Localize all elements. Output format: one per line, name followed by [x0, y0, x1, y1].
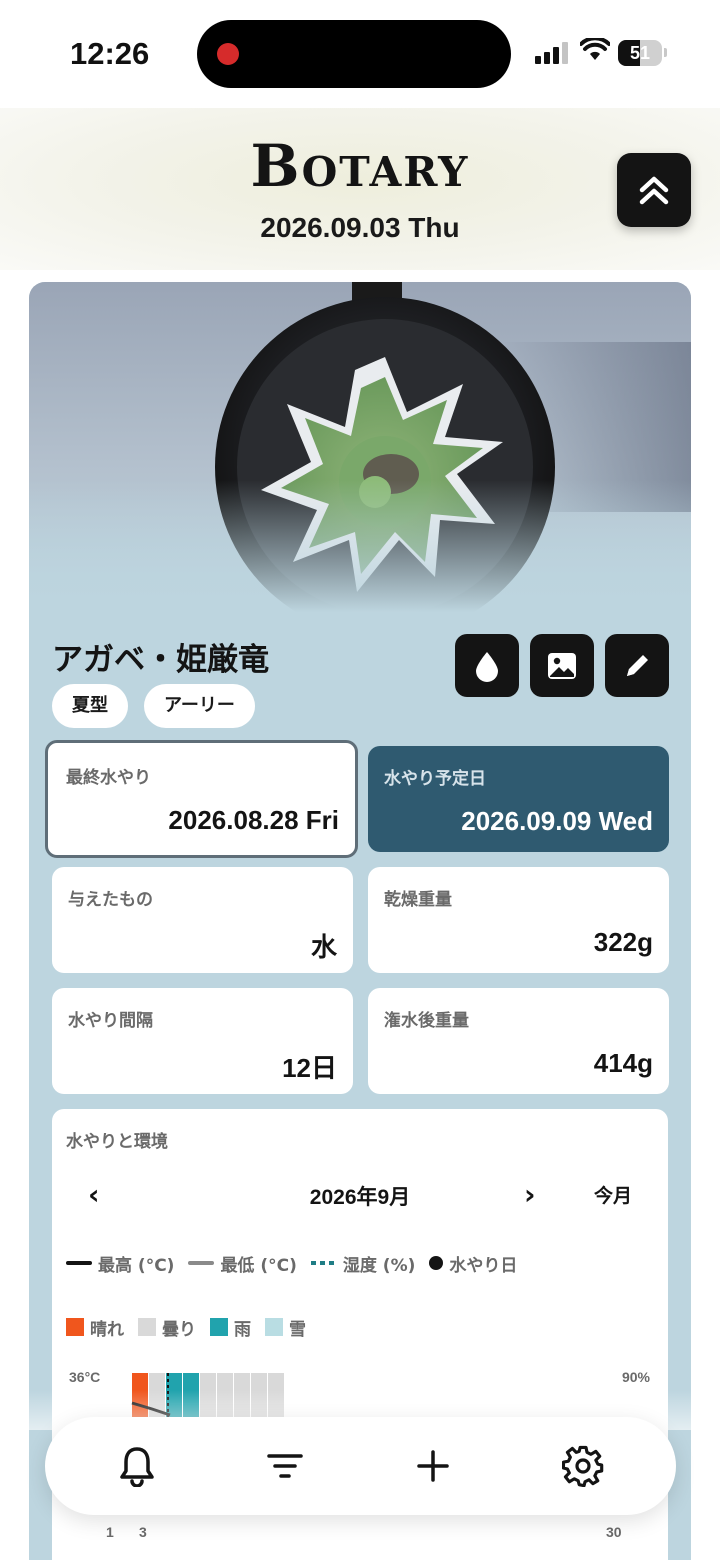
add-plant-button[interactable]	[408, 1441, 458, 1491]
status-time: 12:26	[70, 36, 150, 71]
current-date: 2026.09.03 Thu	[260, 212, 460, 243]
bottom-navigation	[45, 1417, 676, 1515]
next-watering-value: 2026.09.09 Wed	[461, 806, 653, 836]
interval-tile[interactable]: 水やり間隔 12日	[52, 988, 353, 1094]
settings-button[interactable]	[558, 1441, 608, 1491]
x-tick-day-1: 1	[106, 1524, 114, 1540]
photo-button[interactable]	[530, 634, 594, 697]
dry-weight-label: 乾燥重量	[384, 890, 452, 910]
legend-water-day: 水やり日	[429, 1251, 517, 1276]
legend-min-label: 最低 (°C)	[220, 1255, 297, 1276]
legend-cloudy: 曇り	[138, 1315, 196, 1340]
dry-weight-tile[interactable]: 乾燥重量 322g	[368, 867, 669, 973]
variety-tag: アーリー	[144, 684, 255, 728]
next-watering-tile[interactable]: 水やり予定日 2026.09.09 Wed	[368, 746, 669, 852]
max-temp-swatch	[66, 1261, 92, 1265]
next-watering-label: 水やり予定日	[384, 769, 486, 789]
this-month-button[interactable]: 今月	[594, 1181, 632, 1208]
notifications-button[interactable]	[112, 1441, 162, 1491]
water-drop-icon	[476, 651, 498, 682]
environment-title: 水やりと環境	[66, 1132, 168, 1152]
interval-value: 12日	[282, 1053, 337, 1083]
x-tick-day-30: 30	[606, 1524, 622, 1540]
cloudy-swatch	[138, 1318, 156, 1336]
legend-humidity: 湿度 (%)	[310, 1251, 416, 1276]
x-tick-day-3: 3	[139, 1524, 147, 1540]
gear-icon	[562, 1445, 604, 1487]
legend-cloudy-label: 曇り	[162, 1319, 196, 1340]
scroll-to-top-button[interactable]	[617, 153, 691, 227]
given-tile[interactable]: 与えたもの 水	[52, 867, 353, 973]
water-button[interactable]	[455, 634, 519, 697]
wet-weight-value: 414g	[593, 1048, 653, 1078]
month-navigator: ‹ 2026年9月 › 今月	[52, 1179, 668, 1211]
legend-rain-label: 雨	[234, 1319, 251, 1340]
given-value: 水	[310, 932, 337, 962]
dry-weight-value: 322g	[593, 927, 653, 957]
battery-icon: 51	[618, 40, 662, 66]
dynamic-island	[197, 20, 511, 88]
status-bar: 12:26 51	[0, 0, 720, 108]
battery-level: 51	[629, 43, 651, 63]
last-watering-tile[interactable]: 最終水やり 2026.08.28 Fri	[45, 740, 358, 858]
legend-snow: 雪	[265, 1315, 306, 1340]
cellular-signal-icon	[535, 42, 569, 64]
app-header: Botary 2026.09.03 Thu	[0, 108, 720, 270]
month-label: 2026年9月	[309, 1186, 411, 1209]
snow-swatch	[265, 1318, 283, 1336]
wifi-icon	[580, 38, 610, 60]
app-logo: Botary	[250, 132, 470, 200]
given-label: 与えたもの	[68, 890, 153, 910]
recording-indicator	[217, 43, 239, 65]
legend-max-temp: 最高 (°C)	[66, 1251, 174, 1276]
plant-photo[interactable]	[29, 282, 691, 637]
plus-icon	[417, 1450, 449, 1482]
edit-button[interactable]	[605, 634, 669, 697]
legend-water-day-label: 水やり日	[449, 1255, 518, 1276]
humidity-swatch	[310, 1261, 337, 1265]
min-temp-swatch	[188, 1261, 215, 1265]
interval-label: 水やり間隔	[68, 1011, 153, 1031]
legend-rain: 雨	[210, 1315, 251, 1340]
rain-swatch	[210, 1318, 228, 1336]
last-watering-label: 最終水やり	[66, 768, 151, 788]
next-month-button[interactable]: ›	[524, 1179, 536, 1211]
legend-max-label: 最高 (°C)	[98, 1255, 175, 1276]
legend-snow-label: 雪	[289, 1319, 306, 1340]
filter-button[interactable]	[260, 1441, 310, 1491]
battery-cap	[664, 48, 667, 57]
line-legend: 最高 (°C) 最低 (°C) 湿度 (%) 水やり日	[66, 1249, 517, 1277]
water-day-swatch	[429, 1256, 444, 1270]
plant-name: アガベ・姫厳竜	[52, 642, 269, 678]
bell-icon	[120, 1447, 154, 1487]
image-icon	[548, 652, 576, 679]
wet-weight-label: 潅水後重量	[384, 1011, 469, 1031]
legend-min-temp: 最低 (°C)	[188, 1251, 297, 1276]
sunny-swatch	[66, 1318, 84, 1336]
growth-type-tag: 夏型	[52, 684, 128, 728]
legend-humidity-label: 湿度 (%)	[342, 1255, 416, 1276]
pencil-icon	[627, 654, 648, 676]
legend-sunny: 晴れ	[66, 1315, 124, 1340]
last-watering-value: 2026.08.28 Fri	[168, 805, 339, 835]
weather-legend: 晴れ 曇り 雨 雪	[66, 1313, 306, 1341]
plant-card: アガベ・姫厳竜 夏型 アーリー 最終水やり 2026.08.28 Fri 水やり…	[29, 282, 691, 1560]
legend-sunny-label: 晴れ	[90, 1319, 124, 1340]
filter-icon	[267, 1454, 303, 1478]
double-chevron-up-icon	[639, 176, 669, 205]
wet-weight-tile[interactable]: 潅水後重量 414g	[368, 988, 669, 1094]
